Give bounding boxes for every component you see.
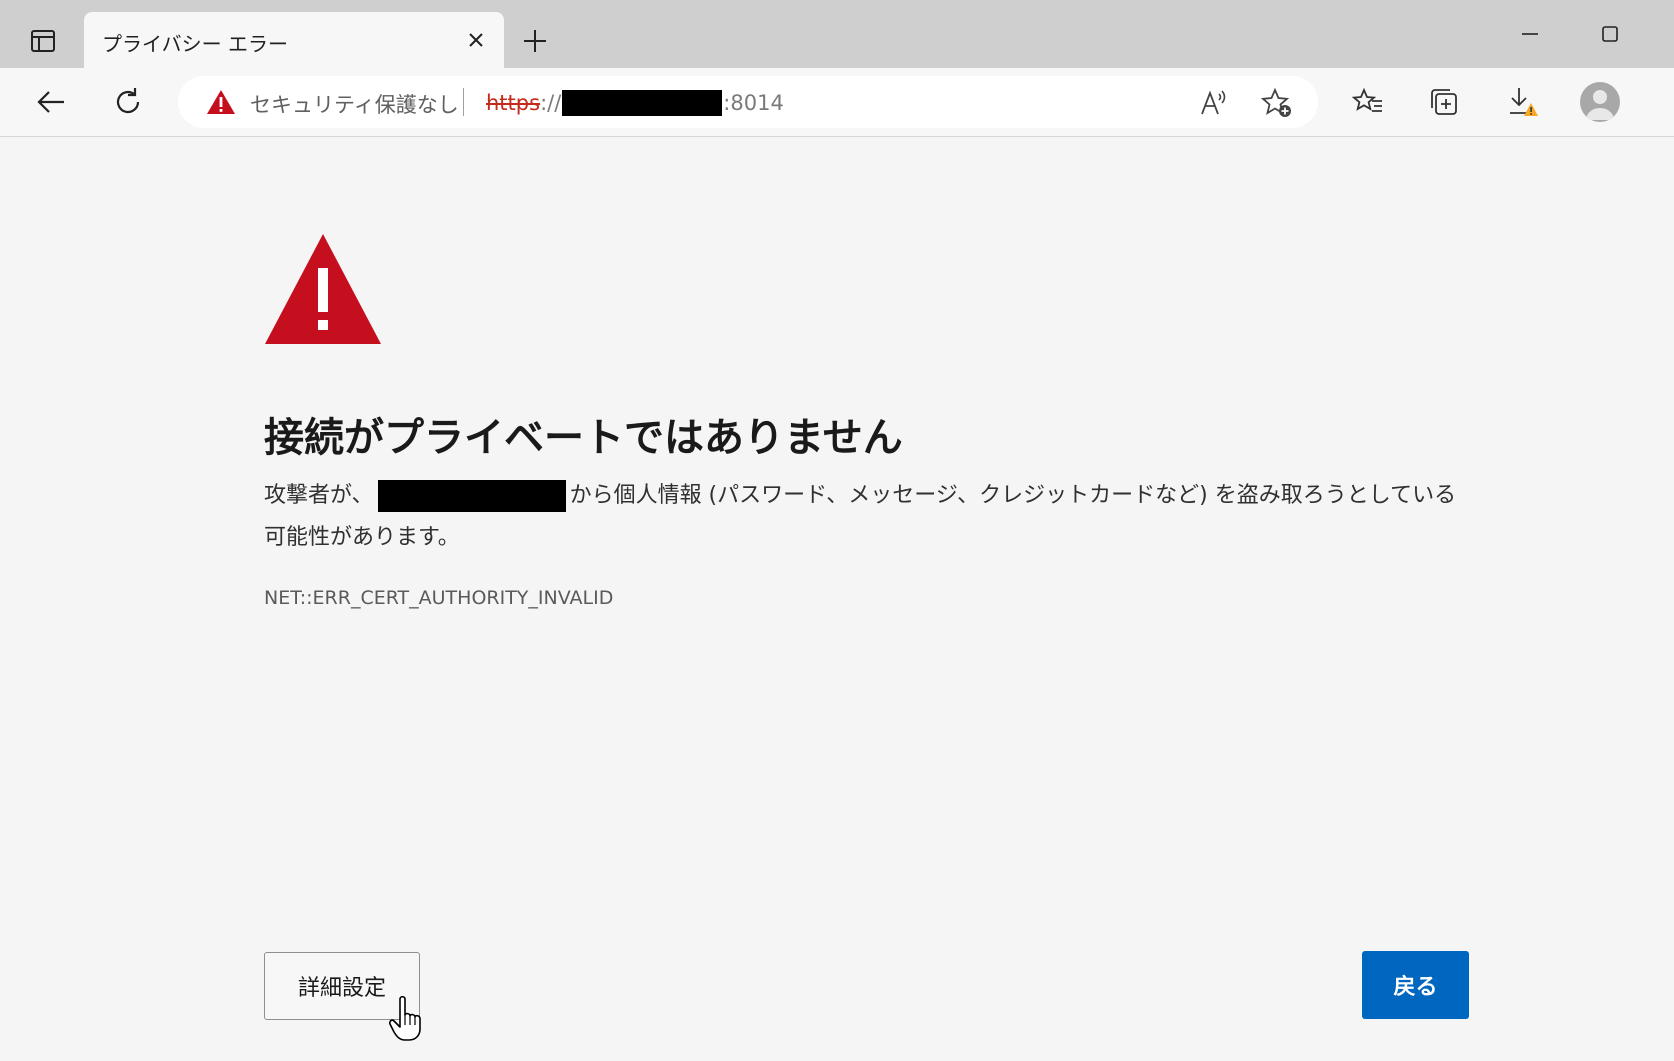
url-scheme: https	[486, 91, 541, 115]
hand-cursor-icon	[389, 995, 421, 1041]
tab-title: プライバシー エラー	[102, 32, 288, 56]
collections-button[interactable]	[1422, 80, 1466, 124]
security-warning-icon[interactable]	[206, 89, 236, 115]
address-bar[interactable]: セキュリティ保護なし https :// :8014	[178, 76, 1318, 128]
back-arrow-icon	[37, 91, 64, 113]
maximize-icon	[1602, 26, 1618, 42]
star-add-icon	[1261, 87, 1291, 117]
read-aloud-icon	[1201, 90, 1226, 115]
back-nav-button[interactable]	[27, 78, 75, 126]
close-icon	[469, 33, 483, 47]
plus-icon	[524, 30, 546, 52]
favorites-button[interactable]	[1346, 80, 1390, 124]
tab-close-button[interactable]	[462, 26, 490, 54]
page-title: 接続がプライベートではありません	[264, 415, 903, 461]
redacted-hostname	[377, 480, 566, 512]
tab-actions-icon	[31, 30, 55, 52]
profile-avatar[interactable]	[1580, 82, 1620, 122]
redacted-hostname	[562, 90, 723, 116]
address-separator	[463, 88, 464, 116]
user-icon	[1586, 90, 1614, 120]
error-code[interactable]: NET::ERR_CERT_AUTHORITY_INVALID	[264, 587, 613, 609]
reload-icon	[116, 88, 140, 114]
title-bar: プライバシー エラー	[0, 0, 1674, 70]
tab-actions-button[interactable]	[22, 22, 64, 60]
warning-triangle-icon	[265, 234, 381, 344]
add-favorite-button[interactable]	[1260, 86, 1294, 120]
new-tab-button[interactable]	[514, 20, 556, 62]
reload-button[interactable]	[104, 78, 152, 126]
read-aloud-button[interactable]	[1196, 86, 1230, 120]
error-message: 攻撃者が、 から個人情報 (パスワード、メッセージ、クレジットカードなど) を盗み…	[264, 475, 1464, 559]
url-text[interactable]: https :// :8014	[486, 90, 784, 116]
url-port: :8014	[723, 91, 784, 115]
favorites-icon	[1352, 87, 1382, 112]
minimize-icon	[1522, 33, 1538, 35]
message-prefix: 攻撃者が、	[264, 483, 374, 508]
active-tab[interactable]: プライバシー エラー	[84, 12, 504, 70]
go-back-button[interactable]: 戻る	[1362, 951, 1469, 1019]
maximize-button[interactable]	[1586, 14, 1634, 54]
download-warning-icon	[1510, 88, 1538, 116]
security-status-text[interactable]: セキュリティ保護なし	[250, 89, 459, 119]
browser-toolbar: セキュリティ保護なし https :// :8014	[0, 68, 1674, 137]
collections-icon	[1431, 89, 1457, 115]
url-slashes: ://	[540, 91, 562, 115]
downloads-button[interactable]	[1500, 80, 1544, 124]
minimize-button[interactable]	[1506, 14, 1554, 54]
error-page: 接続がプライベートではありません 攻撃者が、 から個人情報 (パスワード、メッセー…	[0, 137, 1674, 1061]
